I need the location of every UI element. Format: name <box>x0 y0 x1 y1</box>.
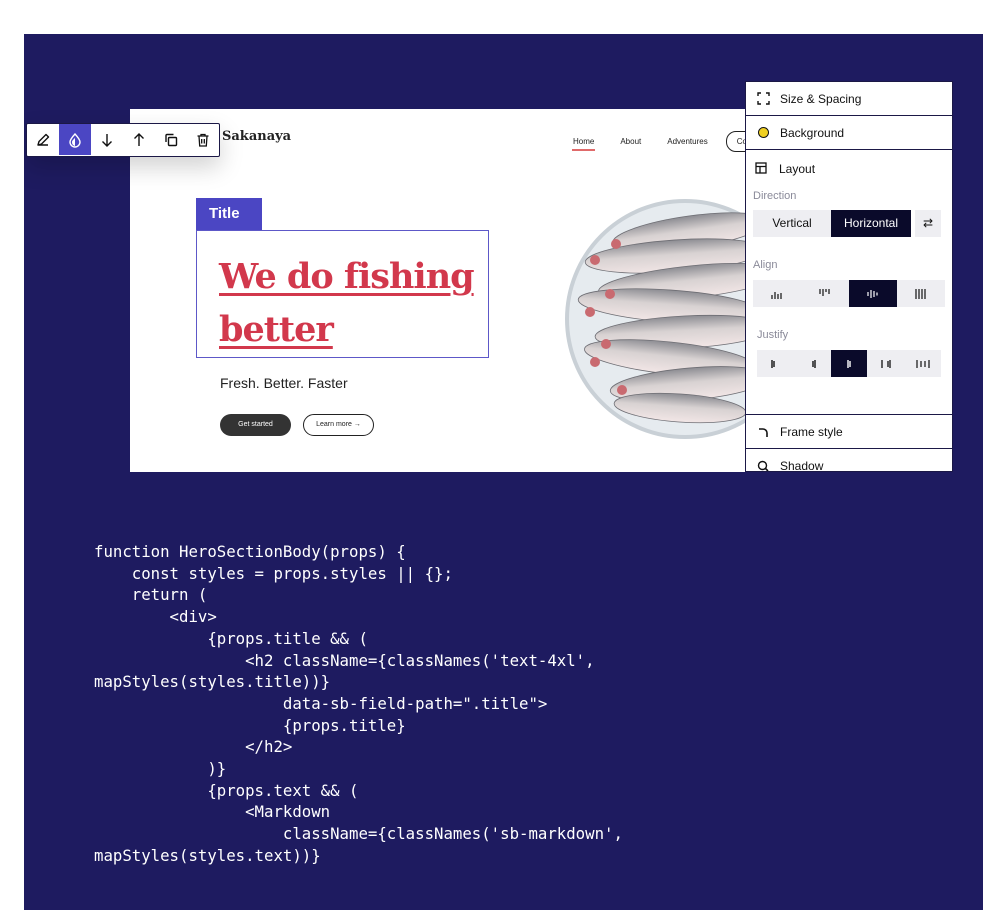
justify-start-icon <box>771 359 776 368</box>
code-line: return ( <box>94 585 208 605</box>
justify-between-button[interactable] <box>867 350 904 377</box>
fish-plate-image <box>565 199 752 439</box>
code-line: )} <box>94 759 227 779</box>
code-line: mapStyles(styles.title))} <box>94 672 331 692</box>
editor-canvas: Sakanaya Home About Adventures Co Title … <box>24 34 983 910</box>
align-end-icon <box>771 291 782 299</box>
justify-end-icon <box>812 359 816 368</box>
swap-direction-button[interactable]: ⇄ <box>915 210 941 237</box>
code-line: {props.title} <box>94 715 406 735</box>
duplicate-button[interactable] <box>155 124 187 155</box>
size-spacing-label: Size & Spacing <box>780 91 862 106</box>
align-stretch-button[interactable] <box>897 280 945 307</box>
move-up-button[interactable] <box>123 124 155 155</box>
get-started-button[interactable]: Get started <box>220 414 291 436</box>
justify-start-button[interactable] <box>757 350 794 377</box>
justify-around-icon <box>915 359 930 368</box>
site-nav: Home About Adventures Co <box>571 131 752 152</box>
justify-around-button[interactable] <box>904 350 941 377</box>
style-panel: Size & Spacing Background Layout Directi… <box>745 81 953 472</box>
layout-section: Layout Direction Vertical Horizontal ⇄ A… <box>746 150 952 415</box>
code-line: </h2> <box>94 737 293 757</box>
frame-style-row[interactable]: Frame style <box>746 415 952 449</box>
code-block: function HeroSectionBody(props) { const … <box>94 541 623 867</box>
justify-between-icon <box>881 359 891 368</box>
layout-label: Layout <box>779 162 816 176</box>
droplet-icon <box>69 132 81 148</box>
style-button[interactable] <box>59 124 91 155</box>
align-end-button[interactable] <box>753 280 801 307</box>
learn-more-button[interactable]: Learn more → <box>303 414 374 436</box>
edit-button[interactable] <box>27 124 59 155</box>
background-row[interactable]: Background <box>746 116 952 150</box>
align-stretch-icon <box>915 288 926 299</box>
code-line: {props.title && ( <box>94 628 368 648</box>
corner-icon <box>756 425 770 439</box>
justify-control <box>757 350 941 377</box>
code-line: <h2 className={classNames('text-4xl', <box>94 650 595 670</box>
site-preview: Sakanaya Home About Adventures Co Title … <box>130 109 752 472</box>
element-toolbar <box>26 123 220 157</box>
align-start-icon <box>819 288 830 296</box>
align-start-button[interactable] <box>801 280 849 307</box>
shadow-icon <box>756 459 770 471</box>
nav-link-adventures[interactable]: Adventures <box>667 137 707 146</box>
align-center-icon <box>867 289 878 298</box>
nav-link-home[interactable]: Home <box>571 137 596 151</box>
code-line: <div> <box>94 607 217 627</box>
justify-center-icon <box>847 359 851 368</box>
direction-label: Direction <box>753 190 797 202</box>
site-brand[interactable]: Sakanaya <box>222 129 291 144</box>
code-line: className={classNames('sb-markdown', <box>94 824 623 844</box>
code-line: mapStyles(styles.text))} <box>94 845 321 865</box>
arrow-up-icon <box>134 132 144 146</box>
code-line: {props.text && ( <box>94 780 359 800</box>
align-control <box>753 280 945 307</box>
justify-label: Justify <box>757 329 789 341</box>
duplicate-icon <box>165 133 178 146</box>
align-center-button[interactable] <box>849 280 897 307</box>
code-line: <Markdown <box>94 802 331 822</box>
layout-icon <box>755 162 769 176</box>
direction-vertical[interactable]: Vertical <box>753 210 831 237</box>
align-label: Align <box>753 259 778 271</box>
code-line: function HeroSectionBody(props) { <box>94 542 406 561</box>
justify-end-button[interactable] <box>794 350 831 377</box>
layout-header[interactable]: Layout <box>753 162 945 176</box>
shadow-label: Shadow <box>780 459 824 472</box>
background-label: Background <box>780 125 845 140</box>
frame-style-label: Frame style <box>780 424 843 439</box>
code-line: const styles = props.styles || {}; <box>94 563 453 583</box>
justify-center-button[interactable] <box>830 350 868 377</box>
arrow-down-icon <box>102 133 112 147</box>
shadow-row[interactable]: Shadow <box>746 449 952 472</box>
hero-subtitle[interactable]: Fresh. Better. Faster <box>220 375 348 391</box>
direction-control: Vertical Horizontal ⇄ <box>753 210 945 237</box>
move-down-button[interactable] <box>91 124 123 155</box>
trash-icon <box>197 133 209 147</box>
swap-icon: ⇄ <box>922 216 934 230</box>
delete-button[interactable] <box>187 124 219 155</box>
title-field-tag: Title <box>196 198 262 230</box>
nav-link-about[interactable]: About <box>620 137 641 146</box>
resize-icon <box>756 92 770 106</box>
size-spacing-row[interactable]: Size & Spacing <box>746 82 952 116</box>
color-swatch-icon <box>756 126 770 140</box>
hero-title[interactable]: We do fishing better <box>219 250 489 356</box>
pencil-icon <box>37 133 50 146</box>
code-line: data-sb-field-path=".title"> <box>94 693 548 713</box>
direction-horizontal[interactable]: Horizontal <box>831 210 911 237</box>
